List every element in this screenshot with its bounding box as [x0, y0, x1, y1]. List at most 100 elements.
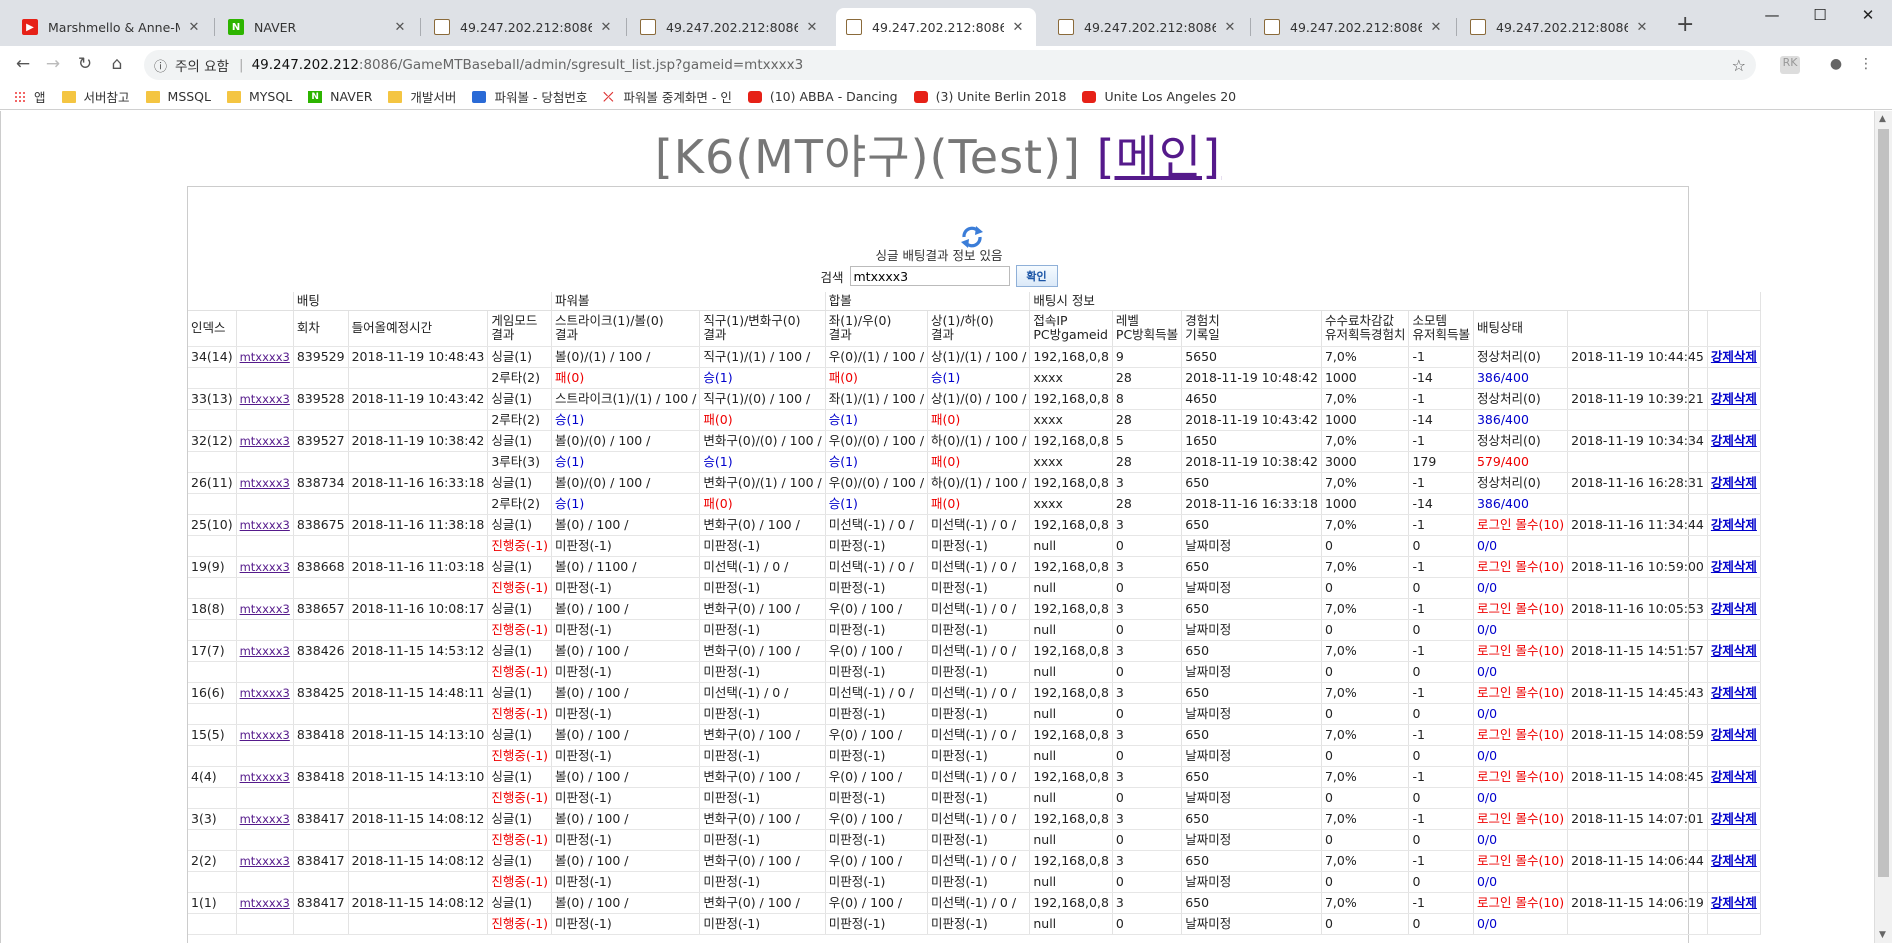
force-delete-link[interactable]: 강제삭제 — [1711, 769, 1757, 784]
bookmark-item[interactable]: (10) ABBA - Dancing — [747, 89, 898, 104]
tab-close-icon[interactable]: ✕ — [392, 20, 408, 35]
minimize-button[interactable]: — — [1752, 6, 1792, 24]
user-link[interactable]: mtxxxx3 — [240, 602, 290, 616]
force-delete-link[interactable]: 강제삭제 — [1711, 853, 1757, 868]
browser-tab[interactable]: 49.247.202.212:8086/Game ✕ — [1254, 8, 1454, 46]
bookmark-item[interactable]: Unite Los Angeles 20 — [1082, 89, 1236, 104]
tab-close-icon[interactable]: ✕ — [1634, 20, 1650, 35]
bookmark-item[interactable]: ⤫ 파워볼 중계화면 - 인 — [603, 87, 731, 106]
search-input[interactable] — [849, 266, 1010, 286]
status-cell: 로그인 몰수(10) — [1473, 682, 1569, 704]
browser-tab[interactable]: 49.247.202.212:8086/Game ✕ — [424, 8, 624, 46]
menu-icon[interactable]: ⋮ — [1856, 56, 1876, 74]
bookmark-item[interactable]: 개발서버 — [388, 87, 456, 106]
force-delete-link[interactable]: 강제삭제 — [1711, 895, 1757, 910]
force-delete-link[interactable]: 강제삭제 — [1711, 685, 1757, 700]
user-link[interactable]: mtxxxx3 — [240, 560, 290, 574]
pc-gameid-cell: null — [1029, 661, 1113, 683]
table-cell — [188, 703, 237, 725]
record-date-cell: 2018-11-16 16:33:18 — [1181, 493, 1322, 515]
new-tab-button[interactable]: + — [1676, 12, 1694, 37]
tab-close-icon[interactable]: ✕ — [186, 20, 202, 35]
user-link[interactable]: mtxxxx3 — [240, 350, 290, 364]
result-cell: 미판정(-1) — [927, 745, 1031, 767]
bookmark-star-icon[interactable]: ☆ — [1732, 56, 1746, 75]
table-row: 17(7) mtxxxx3 838426 2018-11-15 14:53:12 싱글(… — [188, 640, 1761, 662]
force-delete-link[interactable]: 강제삭제 — [1711, 517, 1757, 532]
column-header-line2: 결과 — [828, 327, 852, 342]
forward-icon[interactable]: → — [42, 54, 64, 74]
browser-tab[interactable]: ▶ Marshmello & Anne-Marie ✕ — [12, 8, 212, 46]
force-delete-link[interactable]: 강제삭제 — [1711, 391, 1757, 406]
bookmark-item[interactable]: (3) Unite Berlin 2018 — [913, 89, 1066, 104]
force-delete-link[interactable]: 강제삭제 — [1711, 727, 1757, 742]
user-link[interactable]: mtxxxx3 — [240, 476, 290, 490]
tab-title: 49.247.202.212:8086/Game — [1290, 19, 1422, 35]
back-icon[interactable]: ← — [12, 54, 34, 74]
bookmark-item[interactable]: MYSQL — [227, 89, 292, 104]
level-cell: 3 — [1112, 892, 1183, 914]
bookmark-item[interactable]: 파워볼 - 당첨번호 — [472, 87, 587, 106]
extension-icon[interactable]: RK — [1780, 56, 1800, 74]
user-link[interactable]: mtxxxx3 — [240, 770, 290, 784]
close-window-button[interactable]: ✕ — [1848, 6, 1888, 24]
status-cell: 정상처리(0) — [1473, 346, 1569, 368]
user-link[interactable]: mtxxxx3 — [240, 686, 290, 700]
user-link[interactable]: mtxxxx3 — [240, 896, 290, 910]
strike-ball-cell: 스트라이크(1)/(1) / 100 / — [551, 388, 701, 410]
column-header-line2: 결과 — [931, 327, 955, 342]
user-link[interactable]: mtxxxx3 — [240, 434, 290, 448]
maximize-button[interactable]: ☐ — [1800, 6, 1840, 24]
reload-icon[interactable]: ↻ — [74, 54, 96, 74]
address-bar[interactable]: ⓘ 주의 요함 | 49.247.202.212:8086/GameMTBase… — [144, 50, 1756, 80]
browser-tab[interactable]: N NAVER ✕ — [218, 8, 418, 46]
main-link[interactable]: [메인] — [1097, 130, 1222, 184]
browser-tab[interactable]: 49.247.202.212:8086/Game ✕ — [1048, 8, 1248, 46]
browser-tab[interactable]: 49.247.202.212:8086/Gam ✕ — [836, 8, 1036, 46]
security-warning[interactable]: 주의 요함 — [175, 55, 229, 75]
browser-tab[interactable]: 49.247.202.212:8086/Game ✕ — [1460, 8, 1660, 46]
table-cell — [236, 535, 294, 557]
level-cell: 3 — [1112, 682, 1183, 704]
force-delete-link[interactable]: 강제삭제 — [1711, 559, 1757, 574]
profile-icon[interactable]: ● — [1826, 56, 1846, 74]
tab-close-icon[interactable]: ✕ — [1010, 20, 1026, 35]
user-link[interactable]: mtxxxx3 — [240, 392, 290, 406]
tab-close-icon[interactable]: ✕ — [598, 20, 614, 35]
force-delete-link[interactable]: 강제삭제 — [1711, 349, 1757, 364]
column-header-line2: 기록일 — [1185, 327, 1220, 342]
vertical-scrollbar[interactable]: ▲ ▼ — [1874, 111, 1892, 943]
browser-tab[interactable]: 49.247.202.212:8086/Game ✕ — [630, 8, 830, 46]
home-icon[interactable]: ⌂ — [106, 54, 128, 74]
bookmark-item[interactable]: 앱 — [14, 87, 46, 106]
user-link[interactable]: mtxxxx3 — [240, 812, 290, 826]
time-cell: 2018-11-15 14:08:12 — [348, 892, 489, 914]
search-confirm-button[interactable]: 확인 — [1015, 265, 1058, 287]
user-link[interactable]: mtxxxx3 — [240, 518, 290, 532]
exp-cell: 650 — [1181, 472, 1322, 494]
tab-close-icon[interactable]: ✕ — [804, 20, 820, 35]
force-delete-link[interactable]: 강제삭제 — [1711, 643, 1757, 658]
force-delete-link[interactable]: 강제삭제 — [1711, 433, 1757, 448]
bookmark-item[interactable]: 서버참고 — [61, 87, 130, 106]
force-delete-link[interactable]: 강제삭제 — [1711, 811, 1757, 826]
user-exp-cell: 0 — [1321, 745, 1410, 767]
exp-cell: 650 — [1181, 766, 1322, 788]
pc-ball-cell: 0 — [1112, 745, 1183, 767]
bookmark-item[interactable]: N NAVER — [308, 89, 372, 104]
fastball-cell: 미선택(-1) / 0 / — [699, 556, 826, 578]
user-link[interactable]: mtxxxx3 — [240, 728, 290, 742]
info-icon[interactable]: ⓘ — [154, 56, 167, 75]
scrollbar-thumb[interactable] — [1878, 129, 1889, 877]
delete-cell: 강제삭제 — [1707, 472, 1761, 494]
result-cell: 미판정(-1) — [927, 787, 1031, 809]
force-delete-link[interactable]: 강제삭제 — [1711, 475, 1757, 490]
tab-close-icon[interactable]: ✕ — [1428, 20, 1444, 35]
tab-close-icon[interactable]: ✕ — [1222, 20, 1238, 35]
result-cell: 미판정(-1) — [927, 535, 1031, 557]
column-header-line1: 레벨 — [1115, 313, 1139, 328]
user-link[interactable]: mtxxxx3 — [240, 644, 290, 658]
force-delete-link[interactable]: 강제삭제 — [1711, 601, 1757, 616]
bookmark-item[interactable]: MSSQL — [145, 89, 211, 104]
user-link[interactable]: mtxxxx3 — [240, 854, 290, 868]
